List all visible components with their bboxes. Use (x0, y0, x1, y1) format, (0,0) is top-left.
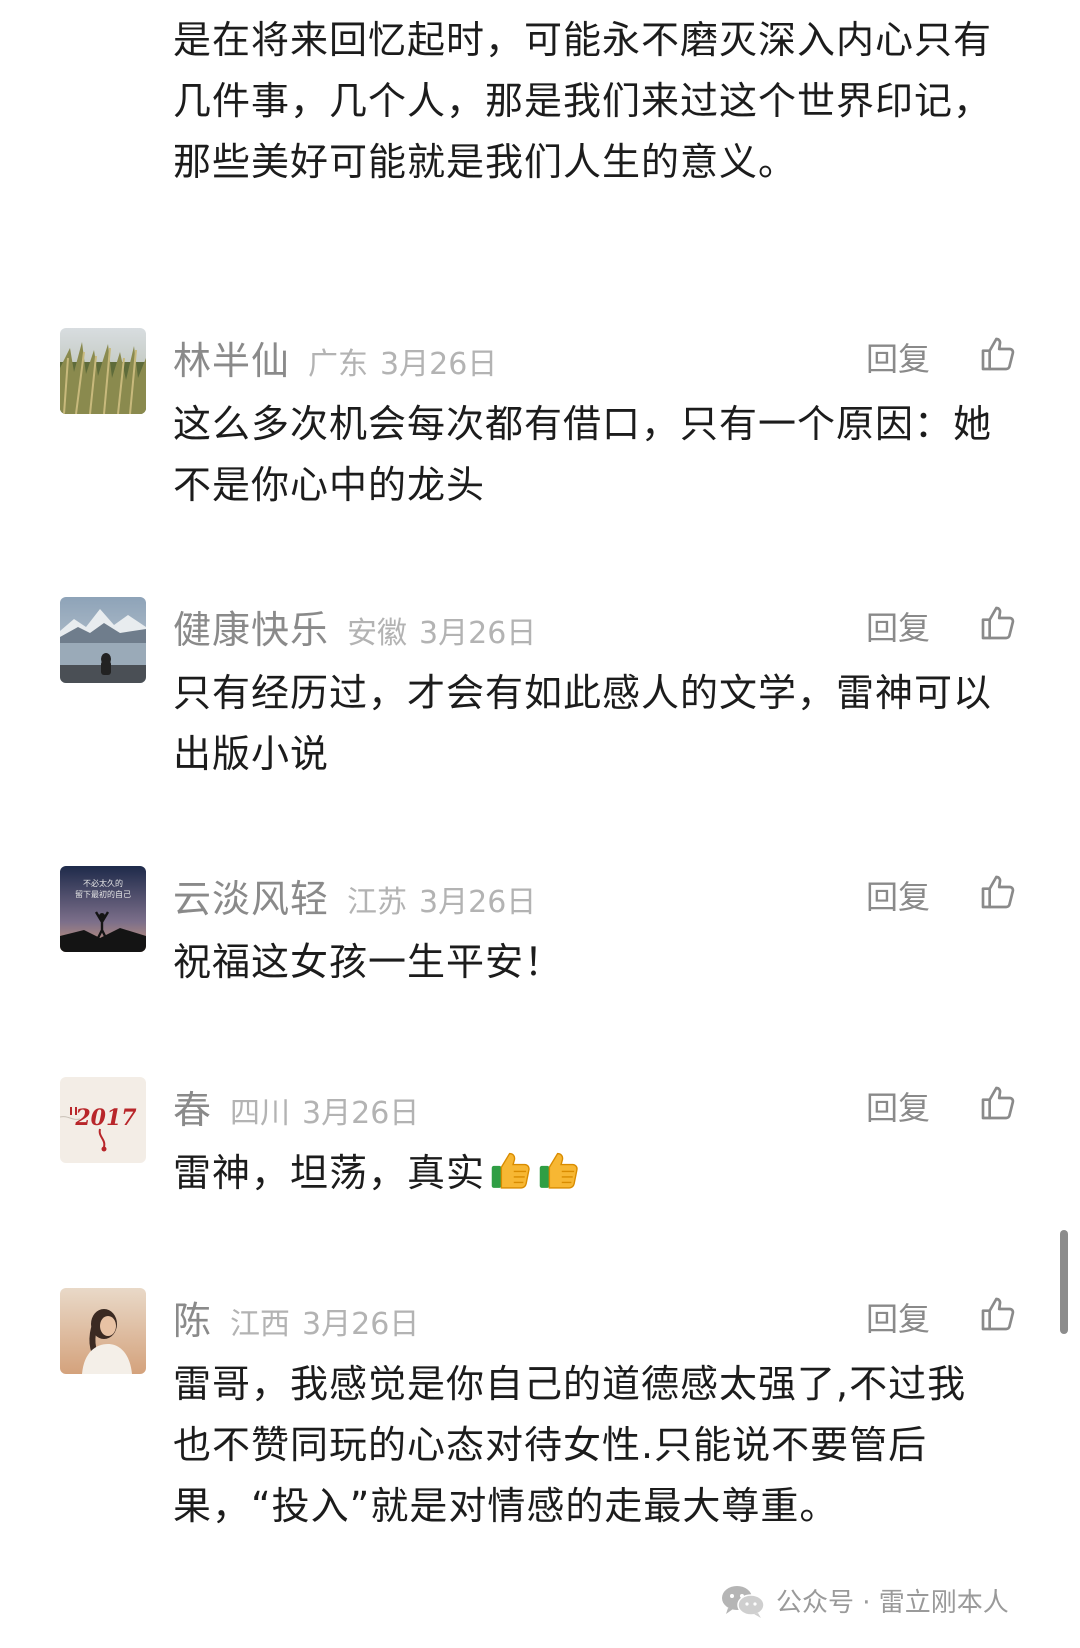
comment-text: 这么多次机会每次都有借口，只有一个原因：她不是你心中的龙头 (173, 402, 993, 507)
comment-item: 林半仙 广东 3月26日 回复 这么多次机会每次都有借口，只有一个原因：她不是你… (0, 328, 1080, 528)
like-button[interactable] (978, 603, 1018, 643)
comment-item: 不必太久的 留下最初的自己 云淡风轻 江苏 3月26日 回复 祝福这女孩一生平安… (0, 866, 1080, 1016)
comment-date: 3月26日 (419, 616, 537, 651)
reply-button[interactable]: 回复 (866, 603, 930, 649)
thumbs-up-outline-icon (981, 337, 1015, 371)
watermark: 公众号 · 雷立刚本人 (720, 1582, 1009, 1619)
comment-meta: 春 四川 3月26日 (173, 1079, 420, 1132)
scrollbar[interactable] (1060, 1230, 1068, 1334)
avatar-caption-line-2: 留下最初的自己 (75, 889, 131, 899)
comment-item: 陈 江西 3月26日 回复 雷哥，我感觉是你自己的道德感太强了,不过我也不赞同玩… (0, 1288, 1080, 1558)
avatar[interactable] (60, 597, 146, 683)
comment-meta: 健康快乐 安徽 3月26日 (173, 599, 537, 652)
like-button[interactable] (978, 1294, 1018, 1334)
thumbs-up-outline-icon (981, 606, 1015, 640)
nickname[interactable]: 云淡风轻 (173, 868, 329, 923)
thumbs-up-emoji-icon (539, 1152, 578, 1189)
thumbs-up-outline-icon (981, 1297, 1015, 1331)
comment-text: 只有经历过，才会有如此感人的文学，雷神可以出版小说 (173, 671, 993, 776)
avatar[interactable] (60, 1288, 146, 1374)
comment-text: 祝福这女孩一生平安！ (173, 940, 564, 984)
avatar-calligraphy: 2017 (74, 1105, 137, 1131)
reply-button[interactable]: 回复 (866, 334, 930, 380)
comment-date: 3月26日 (302, 1307, 420, 1342)
like-button[interactable] (978, 334, 1018, 374)
nickname[interactable]: 春 (173, 1079, 212, 1134)
thumbs-up-emoji-icon (491, 1152, 530, 1189)
previous-comment-text: 是在将来回忆起时，可能永不磨灭深入内心只有几件事，几个人，那是我们来过这个世界印… (173, 18, 993, 184)
comment-meta: 云淡风轻 江苏 3月26日 (173, 868, 537, 921)
nickname[interactable]: 陈 (173, 1290, 212, 1345)
comment-region: 广东 (308, 347, 369, 382)
comment-text: 雷哥，我感觉是你自己的道德感太强了,不过我也不赞同玩的心态对待女性.只能说不要管… (173, 1362, 967, 1528)
like-button[interactable] (978, 872, 1018, 912)
comment-region: 江西 (230, 1307, 291, 1342)
avatar[interactable] (60, 328, 146, 414)
avatar[interactable]: 不必太久的 留下最初的自己 (60, 866, 146, 952)
like-button[interactable] (978, 1083, 1018, 1123)
reply-button[interactable]: 回复 (866, 872, 930, 918)
reply-button[interactable]: 回复 (866, 1083, 930, 1129)
reply-button[interactable]: 回复 (866, 1294, 930, 1340)
watermark-text: 公众号 · 雷立刚本人 (776, 1588, 1009, 1618)
comment-meta: 陈 江西 3月26日 (173, 1290, 420, 1343)
comment-region: 安徽 (347, 616, 408, 651)
thumbs-up-outline-icon (981, 1086, 1015, 1120)
comment-region: 四川 (230, 1096, 291, 1131)
thumbs-up-outline-icon (981, 875, 1015, 909)
avatar-caption-line-1: 不必太久的 (83, 878, 123, 888)
avatar[interactable]: 2017 (60, 1077, 146, 1163)
comment-date: 3月26日 (302, 1096, 420, 1131)
comment-date: 3月26日 (419, 885, 537, 920)
comment-meta: 林半仙 广东 3月26日 (173, 330, 498, 383)
comment-item: 健康快乐 安徽 3月26日 回复 只有经历过，才会有如此感人的文学，雷神可以出版… (0, 597, 1080, 797)
nickname[interactable]: 健康快乐 (173, 599, 329, 654)
wechat-icon (722, 1585, 765, 1618)
comment-text: 雷神，坦荡，真实 (173, 1151, 486, 1195)
nickname[interactable]: 林半仙 (173, 330, 290, 385)
comment-date: 3月26日 (380, 347, 498, 382)
comment-item: 2017 春 四川 3月26日 回复 雷神，坦荡，真实 (0, 1077, 1080, 1227)
comment-region: 江苏 (347, 885, 408, 920)
comment-body: 雷神，坦荡，真实 (173, 1143, 1003, 1204)
